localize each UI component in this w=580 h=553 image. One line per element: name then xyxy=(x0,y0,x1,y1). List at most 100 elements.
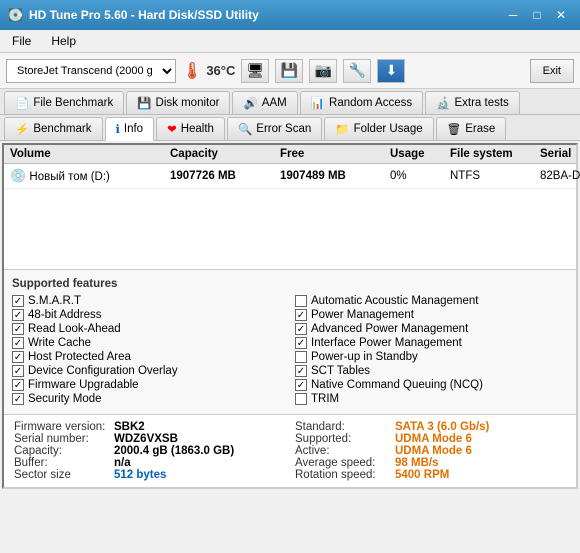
tab-disk-monitor[interactable]: 💾 Disk monitor xyxy=(126,91,230,114)
info-avg-speed: Average speed: 98 MB/s xyxy=(295,457,566,469)
table-header: Volume Capacity Free Usage File system S… xyxy=(4,145,576,164)
toolbar-icon-btn-4[interactable]: 🔧 xyxy=(343,59,371,83)
feature-device-config: Device Configuration Overlay xyxy=(12,364,285,378)
title-bar: 💽 HD Tune Pro 5.60 - Hard Disk/SSD Utili… xyxy=(0,0,580,30)
menu-help[interactable]: Help xyxy=(43,32,84,50)
checkbox-firmware xyxy=(12,379,24,391)
info-section: Firmware version: SBK2 Serial number: WD… xyxy=(4,414,576,487)
checkbox-adv-power xyxy=(295,323,307,335)
tab-erase[interactable]: 🗑 Erase xyxy=(436,117,507,140)
toolbar-icon-btn-3[interactable]: 📷 xyxy=(309,59,337,83)
tab-folder-usage[interactable]: 📁 Folder Usage xyxy=(324,117,433,140)
feature-aam: Automatic Acoustic Management xyxy=(295,294,568,308)
checkbox-security xyxy=(12,393,24,405)
tab-file-benchmark-label: File Benchmark xyxy=(33,97,113,109)
col-serial: Serial xyxy=(540,148,580,160)
erase-icon: 🗑 xyxy=(447,122,462,136)
tab-extra-tests[interactable]: 🔬 Extra tests xyxy=(425,91,520,114)
info-right: Standard: SATA 3 (6.0 Gb/s) Supported: U… xyxy=(295,421,566,481)
tab-benchmark-label: Benchmark xyxy=(33,123,91,135)
features-right: Automatic Acoustic Management Power Mana… xyxy=(295,294,568,406)
features-grid: S.M.A.R.T 48-bit Address Read Look-Ahead… xyxy=(4,292,576,412)
empty-area xyxy=(4,189,576,269)
tab-random-access[interactable]: 📊 Random Access xyxy=(300,91,423,114)
tabs-row1: 📄 File Benchmark 💾 Disk monitor 🔊 AAM 📊 … xyxy=(0,89,580,115)
health-icon: ❤ xyxy=(167,122,177,136)
checkbox-aam xyxy=(295,295,307,307)
disk-monitor-icon: 💾 xyxy=(137,96,151,110)
tab-health-label: Health xyxy=(181,123,214,135)
checkbox-48bit xyxy=(12,309,24,321)
file-benchmark-icon: 📄 xyxy=(15,96,29,110)
cell-capacity: 1907726 MB xyxy=(170,170,280,182)
info-firmware: Firmware version: SBK2 xyxy=(14,421,285,433)
temperature-value: 36°C xyxy=(206,63,235,78)
cell-serial: 82BA-D38F xyxy=(540,170,580,182)
exit-button[interactable]: Exit xyxy=(530,59,574,83)
tabs-row2: ⚡ Benchmark ℹ Info ❤ Health 🔍 Error Scan… xyxy=(0,115,580,141)
feature-write-cache: Write Cache xyxy=(12,336,285,350)
col-capacity: Capacity xyxy=(170,148,280,160)
feature-firmware: Firmware Upgradable xyxy=(12,378,285,392)
checkbox-write-cache xyxy=(12,337,24,349)
cell-free: 1907489 MB xyxy=(280,170,390,182)
tab-aam-label: AAM xyxy=(262,97,287,109)
error-scan-icon: 🔍 xyxy=(238,122,252,136)
info-sector: Sector size 512 bytes xyxy=(14,469,285,481)
checkbox-smart xyxy=(12,295,24,307)
menu-file[interactable]: File xyxy=(4,32,39,50)
feature-ncq: Native Command Queuing (NCQ) xyxy=(295,378,568,392)
tab-file-benchmark[interactable]: 📄 File Benchmark xyxy=(4,91,124,114)
info-serial: Serial number: WDZ6VXSB xyxy=(14,433,285,445)
maximize-button[interactable]: □ xyxy=(526,5,548,25)
tab-aam[interactable]: 🔊 AAM xyxy=(232,91,297,114)
checkbox-iface-power xyxy=(295,337,307,349)
drive-icon: 💿 xyxy=(10,168,26,183)
table-row: 💿 Новый том (D:) 1907726 MB 1907489 MB 0… xyxy=(4,164,576,189)
feature-48bit: 48-bit Address xyxy=(12,308,285,322)
app-icon: 💽 xyxy=(8,8,23,22)
toolbar-icon-btn-2[interactable]: 💾 xyxy=(275,59,303,83)
minimize-button[interactable]: ─ xyxy=(502,5,524,25)
window-title: HD Tune Pro 5.60 - Hard Disk/SSD Utility xyxy=(29,8,259,22)
tab-extra-tests-label: Extra tests xyxy=(454,97,508,109)
tab-error-scan[interactable]: 🔍 Error Scan xyxy=(227,117,322,140)
toolbar: StoreJet Transcend (2000 gB) 🌡 36°C 🖥 💾 … xyxy=(0,53,580,89)
main-content: Volume Capacity Free Usage File system S… xyxy=(2,143,578,489)
feature-trim: TRIM xyxy=(295,392,568,406)
feature-host-protected: Host Protected Area xyxy=(12,350,285,364)
toolbar-icon-btn-5[interactable]: ⬇ xyxy=(377,59,405,83)
tab-disk-monitor-label: Disk monitor xyxy=(156,97,220,109)
features-left: S.M.A.R.T 48-bit Address Read Look-Ahead… xyxy=(12,294,285,406)
info-standard: Standard: SATA 3 (6.0 Gb/s) xyxy=(295,421,566,433)
checkbox-host-protected xyxy=(12,351,24,363)
folder-usage-icon: 📁 xyxy=(335,122,349,136)
checkbox-ncq xyxy=(295,379,307,391)
benchmark-icon: ⚡ xyxy=(15,122,29,136)
thermometer-icon: 🌡 xyxy=(182,61,202,81)
col-volume: Volume xyxy=(10,148,170,160)
tab-health[interactable]: ❤ Health xyxy=(156,117,225,140)
tab-error-scan-label: Error Scan xyxy=(256,123,311,135)
col-free: Free xyxy=(280,148,390,160)
tab-info-label: Info xyxy=(124,123,143,135)
toolbar-icon-btn-1[interactable]: 🖥 xyxy=(241,59,269,83)
tab-info[interactable]: ℹ Info xyxy=(105,117,155,141)
tab-benchmark[interactable]: ⚡ Benchmark xyxy=(4,117,103,140)
drive-selector[interactable]: StoreJet Transcend (2000 gB) xyxy=(6,59,176,83)
info-capacity: Capacity: 2000.4 gB (1863.0 GB) xyxy=(14,445,285,457)
features-title: Supported features xyxy=(4,272,576,292)
info-active: Active: UDMA Mode 6 xyxy=(295,445,566,457)
info-buffer: Buffer: n/a xyxy=(14,457,285,469)
extra-tests-icon: 🔬 xyxy=(436,96,450,110)
close-button[interactable]: ✕ xyxy=(550,5,572,25)
feature-power-mgmt: Power Management xyxy=(295,308,568,322)
checkbox-trim xyxy=(295,393,307,405)
features-section: Supported features S.M.A.R.T 48-bit Addr… xyxy=(4,269,576,414)
col-filesystem: File system xyxy=(450,148,540,160)
cell-volume: 💿 Новый том (D:) xyxy=(10,168,170,184)
checkbox-power-mgmt xyxy=(295,309,307,321)
title-bar-controls: ─ □ ✕ xyxy=(502,5,572,25)
menu-bar: File Help xyxy=(0,30,580,53)
info-supported: Supported: UDMA Mode 6 xyxy=(295,433,566,445)
